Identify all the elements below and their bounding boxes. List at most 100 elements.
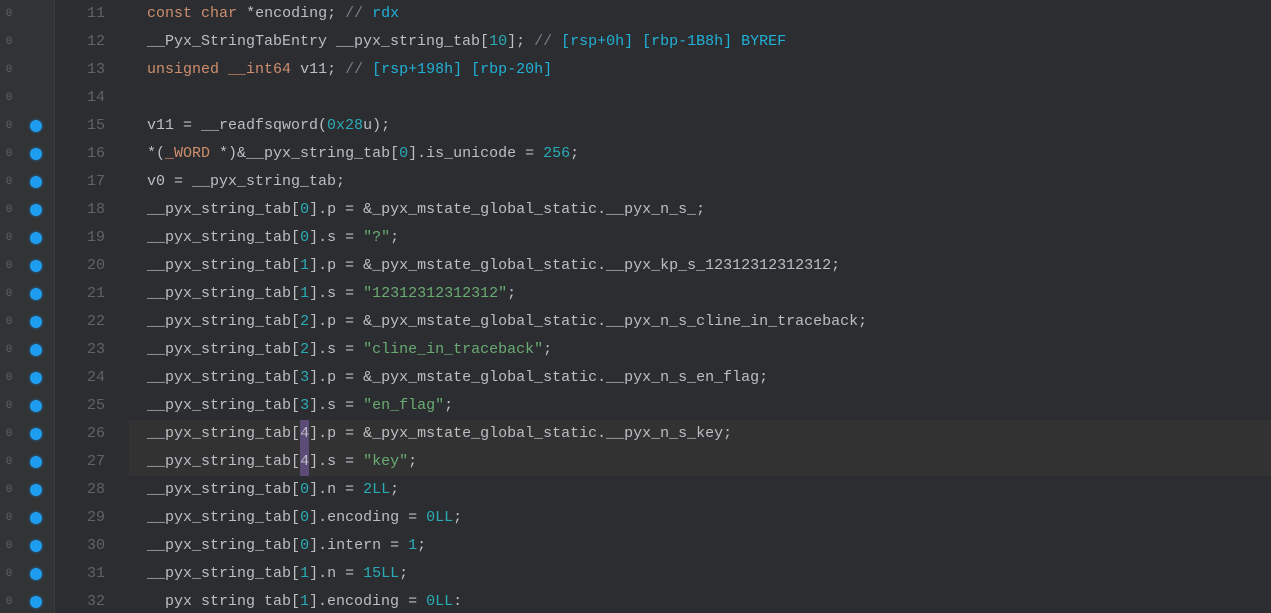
fold-mark[interactable]: 0	[0, 112, 18, 140]
breakpoint-icon[interactable]	[30, 372, 42, 384]
token: __pyx_string_tab	[147, 280, 291, 308]
breakpoint-icon[interactable]	[30, 176, 42, 188]
code-line[interactable]: __pyx_string_tab[0].p = &_pyx_mstate_glo…	[129, 196, 1271, 224]
breakpoint-icon[interactable]	[30, 596, 42, 608]
fold-mark[interactable]: 0	[0, 56, 18, 84]
breakpoint-slot[interactable]	[18, 280, 54, 308]
token: ].p = &	[309, 364, 372, 392]
breakpoint-icon[interactable]	[30, 400, 42, 412]
line-number: 29	[55, 504, 105, 532]
fold-mark[interactable]: 0	[0, 84, 18, 112]
breakpoint-slot[interactable]	[18, 588, 54, 613]
code-line[interactable]: __pyx_string_tab[1].n = 15LL;	[129, 560, 1271, 588]
token	[129, 476, 147, 504]
token: __Pyx_StringTabEntry __pyx_string_tab[	[129, 28, 489, 56]
breakpoint-slot[interactable]	[18, 196, 54, 224]
fold-mark[interactable]: 0	[0, 0, 18, 28]
fold-mark[interactable]: 0	[0, 140, 18, 168]
breakpoint-icon[interactable]	[30, 260, 42, 272]
breakpoint-icon[interactable]	[30, 120, 42, 132]
breakpoint-icon[interactable]	[30, 540, 42, 552]
breakpoint-slot[interactable]	[18, 448, 54, 476]
fold-mark[interactable]: 0	[0, 336, 18, 364]
breakpoint-icon[interactable]	[30, 568, 42, 580]
breakpoint-slot[interactable]	[18, 168, 54, 196]
breakpoint-slot[interactable]	[18, 392, 54, 420]
code-line[interactable]: __pyx_string_tab[0].encoding = 0LL;	[129, 504, 1271, 532]
breakpoint-icon[interactable]	[30, 148, 42, 160]
breakpoint-slot[interactable]	[18, 28, 54, 56]
fold-mark[interactable]: 0	[0, 588, 18, 613]
code-line[interactable]: *(_WORD *)&__pyx_string_tab[0].is_unicod…	[129, 140, 1271, 168]
token: 0	[399, 140, 408, 168]
breakpoint-slot[interactable]	[18, 0, 54, 28]
code-line[interactable]: __pyx_string_tab[3].p = &_pyx_mstate_glo…	[129, 364, 1271, 392]
code-line[interactable]: v0 = __pyx_string_tab;	[129, 168, 1271, 196]
fold-mark[interactable]: 0	[0, 28, 18, 56]
fold-mark[interactable]: 0	[0, 280, 18, 308]
token	[192, 0, 201, 28]
breakpoint-slot[interactable]	[18, 504, 54, 532]
token	[219, 56, 228, 84]
breakpoint-icon[interactable]	[30, 204, 42, 216]
breakpoint-slot[interactable]	[18, 420, 54, 448]
code-line[interactable]	[129, 84, 1271, 112]
breakpoint-slot[interactable]	[18, 224, 54, 252]
code-line[interactable]: unsigned __int64 v11; // [rsp+198h] [rbp…	[129, 56, 1271, 84]
breakpoint-icon[interactable]	[30, 484, 42, 496]
breakpoint-icon[interactable]	[30, 512, 42, 524]
fold-mark[interactable]: 0	[0, 504, 18, 532]
token	[129, 224, 147, 252]
token: ].intern =	[309, 532, 408, 560]
breakpoint-slot[interactable]	[18, 336, 54, 364]
code-line[interactable]: __Pyx_StringTabEntry __pyx_string_tab[10…	[129, 28, 1271, 56]
fold-mark[interactable]: 0	[0, 168, 18, 196]
fold-mark[interactable]: 0	[0, 364, 18, 392]
breakpoint-slot[interactable]	[18, 140, 54, 168]
token: __pyx_string_tab	[192, 168, 336, 196]
breakpoint-icon[interactable]	[30, 428, 42, 440]
fold-mark[interactable]: 0	[0, 560, 18, 588]
breakpoint-icon[interactable]	[30, 344, 42, 356]
code-line[interactable]: __pyx_string_tab[1].p = &_pyx_mstate_glo…	[129, 252, 1271, 280]
breakpoint-icon[interactable]	[30, 316, 42, 328]
fold-mark[interactable]: 0	[0, 392, 18, 420]
code-line[interactable]: __pyx_string_tab[0].intern = 1;	[129, 532, 1271, 560]
code-line[interactable]: __pyx_string_tab[0].s = "?";	[129, 224, 1271, 252]
breakpoint-icon[interactable]	[30, 232, 42, 244]
fold-mark[interactable]: 0	[0, 448, 18, 476]
breakpoint-slot[interactable]	[18, 56, 54, 84]
code-line[interactable]: v11 = __readfsqword(0x28u);	[129, 112, 1271, 140]
breakpoint-slot[interactable]	[18, 364, 54, 392]
code-line[interactable]: __pyx_string_tab[4].p = &_pyx_mstate_glo…	[129, 420, 1271, 448]
fold-mark[interactable]: 0	[0, 420, 18, 448]
breakpoint-icon[interactable]	[30, 288, 42, 300]
breakpoint-slot[interactable]	[18, 308, 54, 336]
token: "key"	[363, 448, 408, 476]
fold-mark[interactable]: 0	[0, 224, 18, 252]
breakpoint-slot[interactable]	[18, 112, 54, 140]
code-area[interactable]: const char *encoding; // rdx __Pyx_Strin…	[119, 0, 1271, 613]
breakpoint-slot[interactable]	[18, 252, 54, 280]
breakpoint-slot[interactable]	[18, 560, 54, 588]
breakpoint-slot[interactable]	[18, 84, 54, 112]
code-line[interactable]: __pyx_string_tab[4].s = "key";	[129, 448, 1271, 476]
fold-gutter: 0000000000000000000000	[0, 0, 18, 613]
fold-mark[interactable]: 0	[0, 196, 18, 224]
code-line[interactable]: __pyx_string_tab[2].p = &_pyx_mstate_glo…	[129, 308, 1271, 336]
fold-mark[interactable]: 0	[0, 532, 18, 560]
code-line[interactable]: __pyx_string_tab[2].s = "cline_in_traceb…	[129, 336, 1271, 364]
fold-mark[interactable]: 0	[0, 476, 18, 504]
fold-mark[interactable]: 0	[0, 308, 18, 336]
breakpoint-slot[interactable]	[18, 532, 54, 560]
breakpoint-gutter[interactable]	[18, 0, 54, 613]
code-line[interactable]: __pyx_string_tab[0].n = 2LL;	[129, 476, 1271, 504]
code-line[interactable]: __pyx_string_tab[1].s = "12312312312312"…	[129, 280, 1271, 308]
breakpoint-icon[interactable]	[30, 456, 42, 468]
code-line[interactable]: pyx string tab[1].encoding = 0LL:	[129, 588, 1271, 613]
breakpoint-slot[interactable]	[18, 476, 54, 504]
code-line[interactable]: __pyx_string_tab[3].s = "en_flag";	[129, 392, 1271, 420]
line-number: 32	[55, 588, 105, 613]
fold-mark[interactable]: 0	[0, 252, 18, 280]
code-line[interactable]: const char *encoding; // rdx	[129, 0, 1271, 28]
